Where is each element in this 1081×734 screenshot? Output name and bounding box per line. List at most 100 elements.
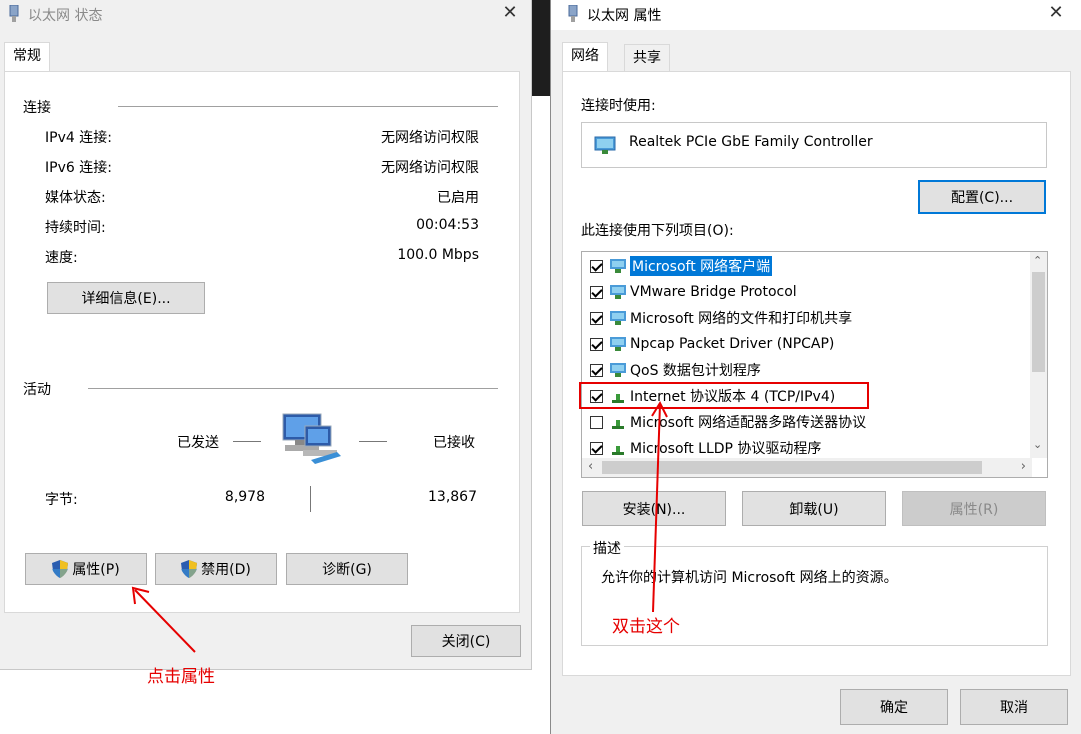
uninstall-button[interactable]: 卸载(U) [742, 491, 886, 526]
bytes-label: 字节: [45, 492, 78, 508]
list-item[interactable]: Microsoft 网络的文件和打印机共享 [590, 306, 852, 330]
speed-value: 100.0 Mbps [397, 247, 479, 263]
desktop-background [532, 0, 550, 96]
chevron-down-icon[interactable]: ⌄ [1033, 438, 1042, 451]
received-label: 已接收 [433, 435, 475, 451]
protocol-icon [612, 420, 624, 429]
ok-button-label: 确定 [880, 700, 908, 716]
list-item-label: Microsoft 网络的文件和打印机共享 [630, 311, 853, 327]
checkbox[interactable] [590, 259, 603, 273]
tab-sharing[interactable]: 共享 [624, 44, 670, 71]
scrollbar-thumb[interactable] [1032, 272, 1045, 372]
network-panel: 连接时使用: Realtek PCIe GbE Family Controlle… [562, 71, 1071, 676]
bytes-sent-value: 8,978 [224, 489, 265, 505]
list-item-label: VMware Bridge Protocol [630, 284, 797, 300]
close-button-label: 关闭(C) [441, 634, 491, 650]
description-label: 描述 [590, 538, 624, 558]
status-title-bar: 以太网 状态 ✕ [0, 0, 531, 30]
network-adapter-icon [9, 5, 19, 22]
disable-button-label: 禁用(D) [201, 562, 251, 578]
diagnose-button[interactable]: 诊断(G) [286, 553, 408, 585]
close-icon[interactable]: ✕ [501, 4, 519, 22]
protocol-icon [610, 337, 626, 351]
speed-label: 速度: [45, 250, 78, 266]
checkbox[interactable] [590, 363, 603, 377]
media-state-label: 媒体状态: [45, 190, 106, 206]
item-properties-button-label: 属性(R) [949, 501, 999, 518]
uac-shield-icon [181, 560, 198, 578]
configure-button[interactable]: 配置(C)... [918, 180, 1046, 214]
adapter-box: Realtek PCIe GbE Family Controller [581, 122, 1047, 168]
bytes-divider [310, 486, 311, 512]
vertical-scrollbar[interactable]: ⌃ ⌄ [1030, 252, 1047, 458]
activity-section-label: 活动 [23, 382, 51, 398]
service-icon [610, 363, 626, 377]
status-title: 以太网 状态 [28, 8, 103, 24]
list-item[interactable]: QoS 数据包计划程序 [590, 358, 761, 382]
list-item-label: QoS 数据包计划程序 [630, 363, 761, 379]
tab-network-label: 网络 [571, 48, 599, 64]
close-button[interactable]: 关闭(C) [411, 625, 521, 657]
item-properties-button[interactable]: 属性(R) [902, 491, 1046, 526]
media-state-value: 已启用 [437, 190, 479, 206]
uac-shield-icon [52, 560, 69, 578]
duration-label: 持续时间: [45, 220, 106, 236]
checkbox[interactable] [590, 285, 603, 299]
details-button-label: 详细信息(E)... [81, 291, 171, 307]
chevron-left-icon[interactable]: ‹ [588, 459, 593, 474]
network-computers-icon [282, 413, 341, 464]
connection-divider [118, 106, 498, 107]
list-item[interactable]: Microsoft 网络客户端 [590, 254, 773, 278]
ipv4-value: 无网络访问权限 [381, 130, 479, 146]
connect-using-label: 连接时使用: [581, 98, 656, 114]
list-item[interactable]: VMware Bridge Protocol [590, 280, 797, 304]
properties-title: 以太网 属性 [587, 8, 662, 24]
list-item-label: Microsoft 网络客户端 [630, 256, 773, 276]
items-label: 此连接使用下列项目(O): [581, 223, 734, 239]
network-adapter-icon [568, 5, 578, 22]
properties-button-label: 属性(P) [72, 562, 120, 578]
cancel-button[interactable]: 取消 [960, 689, 1068, 725]
list-item[interactable]: Npcap Packet Driver (NPCAP) [590, 332, 834, 356]
annotation-arrow-properties [131, 586, 196, 653]
activity-divider [88, 388, 498, 389]
sent-line [233, 441, 261, 442]
properties-title-bar: 以太网 属性 ✕ [551, 0, 1081, 30]
list-item[interactable]: Microsoft LLDP 协议驱动程序 [590, 436, 821, 460]
sent-label: 已发送 [177, 435, 219, 451]
checkbox[interactable] [590, 441, 603, 455]
duration-value: 00:04:53 [416, 217, 479, 233]
chevron-right-icon[interactable]: › [1021, 459, 1026, 474]
annotation-arrow-ipv4 [651, 400, 668, 613]
annotation-double-click: 双击这个 [612, 617, 680, 637]
tab-general[interactable]: 常规 [4, 42, 50, 72]
uninstall-button-label: 卸载(U) [789, 501, 839, 518]
checkbox[interactable] [590, 311, 603, 325]
checkbox[interactable] [590, 415, 603, 429]
list-item-label: Npcap Packet Driver (NPCAP) [630, 336, 835, 352]
bytes-received-value: 13,867 [428, 489, 477, 505]
ipv6-value: 无网络访问权限 [381, 160, 479, 176]
configure-button-label: 配置(C)... [950, 190, 1014, 206]
tab-sharing-label: 共享 [633, 50, 661, 66]
adapter-name: Realtek PCIe GbE Family Controller [629, 134, 873, 150]
ipv6-label: IPv6 连接: [45, 160, 112, 176]
checkbox[interactable] [590, 337, 603, 351]
chevron-up-icon[interactable]: ⌃ [1033, 254, 1042, 267]
annotation-highlight-box [579, 382, 869, 409]
protocol-icon [610, 285, 626, 299]
status-dialog: 以太网 状态 ✕ 常规 连接 IPv4 连接: 无网络访问权限 IPv6 连接:… [0, 0, 532, 670]
diagnose-button-label: 诊断(G) [322, 562, 372, 578]
received-line [359, 441, 387, 442]
network-adapter-icon [594, 136, 616, 154]
status-panel: 连接 IPv4 连接: 无网络访问权限 IPv6 连接: 无网络访问权限 媒体状… [4, 71, 520, 613]
service-icon [610, 311, 626, 325]
details-button[interactable]: 详细信息(E)... [47, 282, 205, 314]
close-icon[interactable]: ✕ [1047, 4, 1065, 22]
protocol-icon [612, 446, 624, 455]
list-item[interactable]: Microsoft 网络适配器多路传送器协议 [590, 410, 866, 434]
tab-network[interactable]: 网络 [562, 42, 608, 72]
annotation-click-properties: 点击属性 [147, 667, 215, 687]
ok-button[interactable]: 确定 [840, 689, 948, 725]
tab-general-label: 常规 [13, 48, 41, 64]
